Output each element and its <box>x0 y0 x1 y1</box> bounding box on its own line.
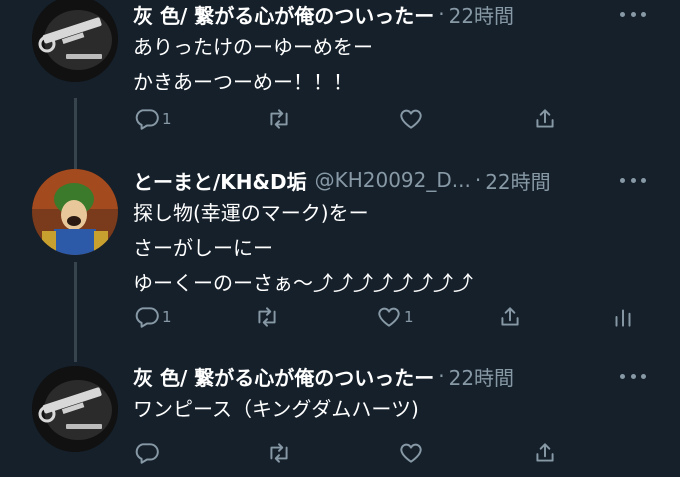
more-options-icon[interactable] <box>620 370 646 382</box>
reply-icon <box>135 109 159 130</box>
like-count: 1 <box>404 308 414 326</box>
share-icon <box>536 443 554 462</box>
retweet-button[interactable] <box>254 302 282 332</box>
avatar[interactable] <box>32 169 118 255</box>
like-button[interactable] <box>398 438 426 468</box>
separator: · <box>438 364 445 388</box>
tweet-text-line: ありったけのーゆーめをー <box>133 35 373 59</box>
separator: · <box>438 2 445 26</box>
tweet-text-line: ゆーくーのーさぁ〜⤴︎⤴︎⤴︎⤴︎⤴︎⤴︎⤴︎⤴︎ <box>133 271 473 295</box>
timeline: 灰 色/ 繋がる心が俺のついったー · 22時間 ありったけのーゆーめをー かき… <box>0 0 680 477</box>
retweet-button[interactable] <box>266 438 294 468</box>
reply-button[interactable]: 1 <box>134 302 172 332</box>
tweet-text: ありったけのーゆーめをー かきあーつーめー！！！ <box>133 30 373 100</box>
retweet-icon <box>270 109 288 129</box>
more-options-icon[interactable] <box>620 174 646 186</box>
heart-icon <box>400 443 422 463</box>
tweet-text-line: 探し物(幸運のマーク)をー <box>133 201 369 225</box>
like-button[interactable]: 1 <box>376 302 414 332</box>
separator: · <box>474 168 482 192</box>
timestamp[interactable]: 22時間 <box>449 362 514 391</box>
share-button[interactable] <box>497 302 523 332</box>
share-button[interactable] <box>532 104 558 134</box>
timestamp[interactable]: 22時間 <box>485 166 550 195</box>
tweet-header: とーまと/KH&D垢 @KH20092_D... · 22時間 <box>133 166 551 194</box>
reply-button[interactable]: 1 <box>134 104 172 134</box>
reply-count: 1 <box>162 110 172 128</box>
retweet-icon <box>258 307 276 327</box>
tweet-text-line: かきあーつーめー！！！ <box>133 70 353 94</box>
reply-count: 1 <box>162 308 172 326</box>
more-options-icon[interactable] <box>620 8 646 20</box>
reply-icon <box>135 307 159 328</box>
tweet-text: 探し物(幸運のマーク)をー さーがしーにー ゆーくーのーさぁ〜⤴︎⤴︎⤴︎⤴︎⤴… <box>133 196 473 301</box>
tweet-text: ワンピース（キングダムハーツ) <box>133 392 419 427</box>
keyblade-keychain-avatar-icon <box>32 0 118 82</box>
tweet-actions: 1 <box>0 104 680 134</box>
like-button[interactable] <box>398 104 426 134</box>
tweet-header: 灰 色/ 繋がる心が俺のついったー · 22時間 <box>133 0 514 28</box>
share-button[interactable] <box>532 438 558 468</box>
tweet-header: 灰 色/ 繋がる心が俺のついったー · 22時間 <box>133 362 514 390</box>
heart-icon <box>400 109 422 129</box>
retweet-button[interactable] <box>266 104 294 134</box>
tweet[interactable]: 灰 色/ 繋がる心が俺のついったー · 22時間 ワンピース（キングダムハーツ) <box>0 362 680 477</box>
share-icon <box>536 109 554 128</box>
display-name[interactable]: 灰 色/ 繋がる心が俺のついったー <box>133 362 434 391</box>
retweet-icon <box>270 443 288 463</box>
tweet-actions: 1 1 <box>0 302 680 332</box>
tweet-actions <box>0 438 680 468</box>
tweet-text-line: さーがしーにー <box>133 236 273 260</box>
analytics-button[interactable] <box>610 302 636 332</box>
tweet[interactable]: とーまと/KH&D垢 @KH20092_D... · 22時間 探し物(幸運のマ… <box>0 166 680 346</box>
tweet-text-line: ワンピース（キングダムハーツ) <box>133 397 419 421</box>
timestamp[interactable]: 22時間 <box>449 0 514 29</box>
display-name[interactable]: 灰 色/ 繋がる心が俺のついったー <box>133 0 434 29</box>
tweet[interactable]: 灰 色/ 繋がる心が俺のついったー · 22時間 ありったけのーゆーめをー かき… <box>0 0 680 150</box>
display-name[interactable]: とーまと/KH&D垢 <box>133 166 307 195</box>
avatar[interactable] <box>32 0 118 82</box>
reply-icon <box>135 443 159 464</box>
share-icon <box>501 307 519 326</box>
heart-icon <box>378 307 400 327</box>
goofy-avatar-icon <box>32 169 118 255</box>
user-handle[interactable]: @KH20092_D... <box>315 168 471 192</box>
analytics-icon <box>615 309 631 327</box>
reply-button[interactable] <box>134 438 162 468</box>
